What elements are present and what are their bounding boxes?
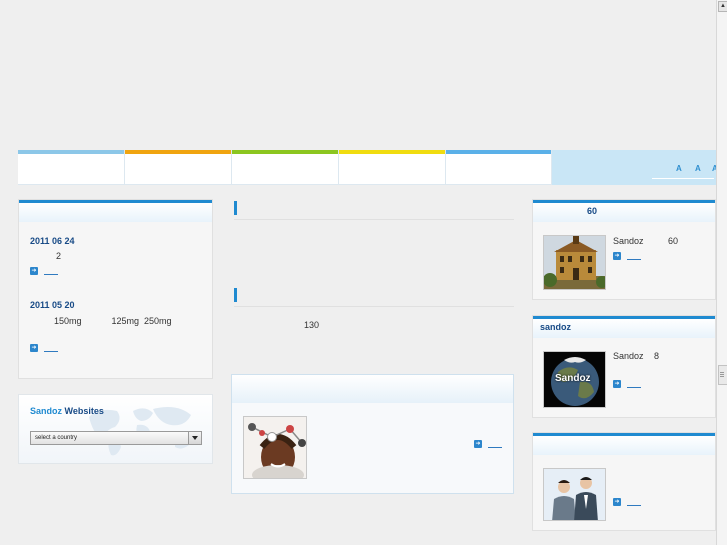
- news-more-link-1[interactable]: ➜: [30, 267, 58, 275]
- globe-image-label: Sandoz: [555, 373, 591, 384]
- chevron-down-icon[interactable]: [188, 432, 201, 444]
- more-link-underline: [627, 387, 641, 388]
- font-bar-underline: [652, 178, 714, 179]
- more-link-underline: [44, 274, 58, 275]
- right-panel-2-caption-right: 8: [654, 351, 660, 361]
- news-panel-header: [19, 203, 212, 222]
- scroll-up-arrow-icon[interactable]: ▲: [718, 1, 727, 12]
- right-panel-2: sandoz Sandoz Sandoz 8 ➜: [532, 315, 716, 418]
- news-panel: 2011 06 24 2 ➜ 2011 05 20 150mg 125mg 25…: [18, 199, 213, 379]
- section-2-title-marker: [234, 288, 237, 302]
- nav-tab-4-color-strip: [339, 150, 445, 154]
- arrow-right-icon: ➜: [613, 252, 621, 260]
- nav-tab-3-color-strip: [232, 150, 338, 154]
- right-panel-2-title: sandoz: [540, 322, 572, 332]
- nav-tab-2[interactable]: [125, 150, 232, 185]
- nav-tab-3[interactable]: [232, 150, 339, 185]
- news-date-2: 2011 05 20: [30, 300, 75, 310]
- arrow-right-icon: ➜: [30, 267, 38, 275]
- arrow-right-icon: ➜: [474, 440, 482, 448]
- section-1-title-marker: [234, 201, 237, 215]
- feature-image-scientist: [243, 416, 307, 479]
- more-link-underline: [488, 447, 502, 448]
- vertical-scrollbar[interactable]: ▲: [716, 0, 727, 545]
- section-2-rule: [234, 306, 514, 307]
- feature-more-link[interactable]: ➜: [474, 440, 502, 448]
- nav-tab-1[interactable]: [18, 150, 125, 185]
- nav-tab-2-color-strip: [125, 150, 231, 154]
- font-small-button[interactable]: A: [676, 164, 682, 173]
- more-link-underline: [44, 351, 58, 352]
- news-text-1: 2: [56, 251, 62, 261]
- section-1-rule: [234, 219, 514, 220]
- section-2-text: 130: [304, 320, 320, 330]
- arrow-right-icon: ➜: [613, 380, 621, 388]
- more-link-underline: [627, 259, 641, 260]
- news-text-2: 150mg 125mg 250mg: [54, 316, 172, 326]
- right-panel-2-more-link[interactable]: ➜: [613, 380, 641, 388]
- right-panel-3: ➜: [532, 432, 716, 531]
- right-panel-1-title: 60: [587, 206, 598, 216]
- right-panel-1-caption-right: 60: [668, 236, 679, 246]
- font-medium-button[interactable]: A: [695, 164, 701, 173]
- right-panel-1-caption-left: Sandoz: [613, 236, 644, 246]
- globe-image: Sandoz: [543, 351, 606, 408]
- nav-tab-5-color-strip: [446, 150, 551, 154]
- right-panel-1-more-link[interactable]: ➜: [613, 252, 641, 260]
- sandoz-websites-title-rest: Websites: [64, 406, 104, 416]
- main-nav: [18, 150, 552, 185]
- right-panel-3-header: [533, 436, 715, 455]
- feature-box-header: [232, 375, 513, 403]
- nav-tab-4[interactable]: [339, 150, 446, 185]
- sandoz-websites-box: Sandoz Websites select a country: [18, 394, 213, 464]
- nav-tab-5[interactable]: [446, 150, 552, 185]
- right-panel-1: 60 Sandoz 60 ➜: [532, 199, 716, 300]
- building-image: [543, 235, 606, 290]
- arrow-right-icon: ➜: [613, 498, 621, 506]
- sandoz-websites-title-brand: Sandoz: [30, 406, 63, 416]
- country-select-value: select a country: [35, 435, 78, 441]
- right-panel-2-caption-left: Sandoz: [613, 351, 644, 361]
- arrow-right-icon: ➜: [30, 344, 38, 352]
- country-select[interactable]: select a country: [30, 431, 202, 445]
- right-panel-3-more-link[interactable]: ➜: [613, 498, 641, 506]
- news-more-link-2[interactable]: ➜: [30, 344, 58, 352]
- feature-box: ➜: [231, 374, 514, 494]
- right-panel-1-header: [533, 203, 715, 222]
- sandoz-websites-title: Sandoz Websites: [30, 406, 104, 416]
- news-date-1: 2011 06 24: [30, 236, 75, 246]
- business-people-image: [543, 468, 606, 521]
- scrollbar-thumb[interactable]: [718, 365, 727, 385]
- nav-tab-1-color-strip: [18, 150, 124, 154]
- font-size-bar: A A A: [552, 150, 718, 185]
- more-link-underline: [627, 505, 641, 506]
- scrollbar-grip-icon: [720, 372, 724, 373]
